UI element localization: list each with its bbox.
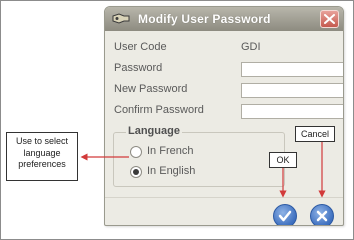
cancel-button[interactable] [310, 204, 334, 225]
ok-callout: OK [269, 152, 297, 168]
key-icon [112, 13, 130, 24]
language-callout-line: Use to select [15, 136, 69, 146]
radio-in-french-label[interactable]: In French [147, 145, 193, 157]
ok-button[interactable] [273, 204, 297, 225]
user-code-value: GDI [241, 41, 261, 53]
language-callout: Use to select language preferences [6, 132, 78, 181]
language-callout-line: preferences [18, 159, 66, 169]
window-title: Modify User Password [138, 12, 271, 26]
confirm-password-label: Confirm Password [114, 104, 204, 116]
confirm-password-input[interactable] [241, 104, 343, 119]
checkmark-icon [278, 210, 292, 222]
user-code-label: User Code [114, 41, 167, 53]
radio-selected-dot [133, 169, 139, 175]
new-password-label: New Password [114, 83, 188, 95]
language-group-title: Language [126, 125, 182, 137]
title-bar: Modify User Password [105, 7, 343, 31]
footer-divider [105, 197, 343, 198]
language-group: Language In French In English [113, 125, 285, 187]
language-callout-line: language [23, 147, 61, 158]
close-button[interactable] [320, 10, 339, 28]
new-password-input[interactable] [241, 83, 343, 98]
password-input[interactable] [241, 62, 343, 77]
radio-in-french[interactable] [130, 146, 142, 158]
close-icon [324, 14, 335, 24]
radio-in-english[interactable] [130, 166, 142, 178]
password-label: Password [114, 62, 163, 74]
cancel-callout: Cancel [295, 126, 335, 142]
modify-password-dialog: Modify User Password User Code GDI Passw… [104, 6, 344, 226]
radio-in-english-label[interactable]: In English [147, 165, 195, 177]
x-icon [316, 210, 328, 222]
